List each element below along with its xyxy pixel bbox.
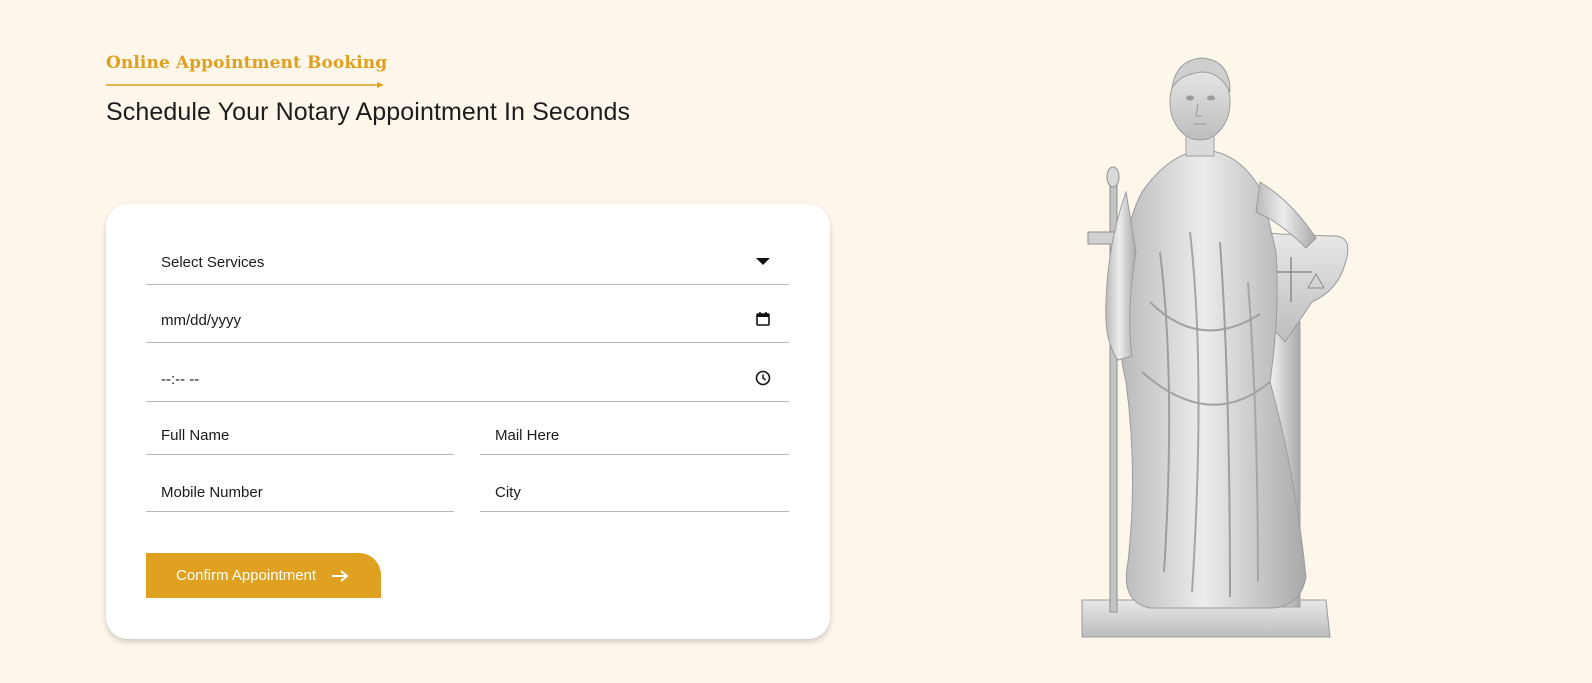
eyebrow-arrow-line (106, 82, 384, 88)
time-input-placeholder: --:-- -- (161, 371, 200, 388)
appointment-form-card: Select Services mm/dd/yyyy --:-- -- Full… (106, 204, 830, 639)
caret-down-icon (756, 258, 770, 265)
services-select[interactable]: Select Services (146, 237, 789, 285)
section-eyebrow: Online Appointment Booking (106, 53, 388, 73)
time-input[interactable]: --:-- -- (146, 354, 789, 402)
mobile-number-placeholder: Mobile Number (161, 484, 263, 501)
email-placeholder: Mail Here (495, 427, 560, 444)
lady-justice-statue-illustration (1081, 57, 1349, 638)
services-select-value: Select Services (161, 254, 265, 271)
date-input[interactable]: mm/dd/yyyy (146, 295, 789, 343)
arrow-right-icon (332, 569, 349, 582)
city-input[interactable]: City (480, 464, 789, 512)
confirm-appointment-label: Confirm Appointment (176, 567, 317, 584)
full-name-placeholder: Full Name (161, 427, 230, 444)
date-input-placeholder: mm/dd/yyyy (161, 312, 242, 329)
email-input[interactable]: Mail Here (480, 407, 789, 455)
page-title: Schedule Your Notary Appointment In Seco… (106, 98, 631, 126)
mobile-number-input[interactable]: Mobile Number (146, 464, 454, 512)
confirm-appointment-button[interactable]: Confirm Appointment (146, 553, 381, 598)
full-name-input[interactable]: Full Name (146, 407, 454, 455)
city-placeholder: City (495, 484, 521, 501)
calendar-icon[interactable] (754, 310, 772, 328)
clock-icon[interactable] (754, 369, 772, 387)
